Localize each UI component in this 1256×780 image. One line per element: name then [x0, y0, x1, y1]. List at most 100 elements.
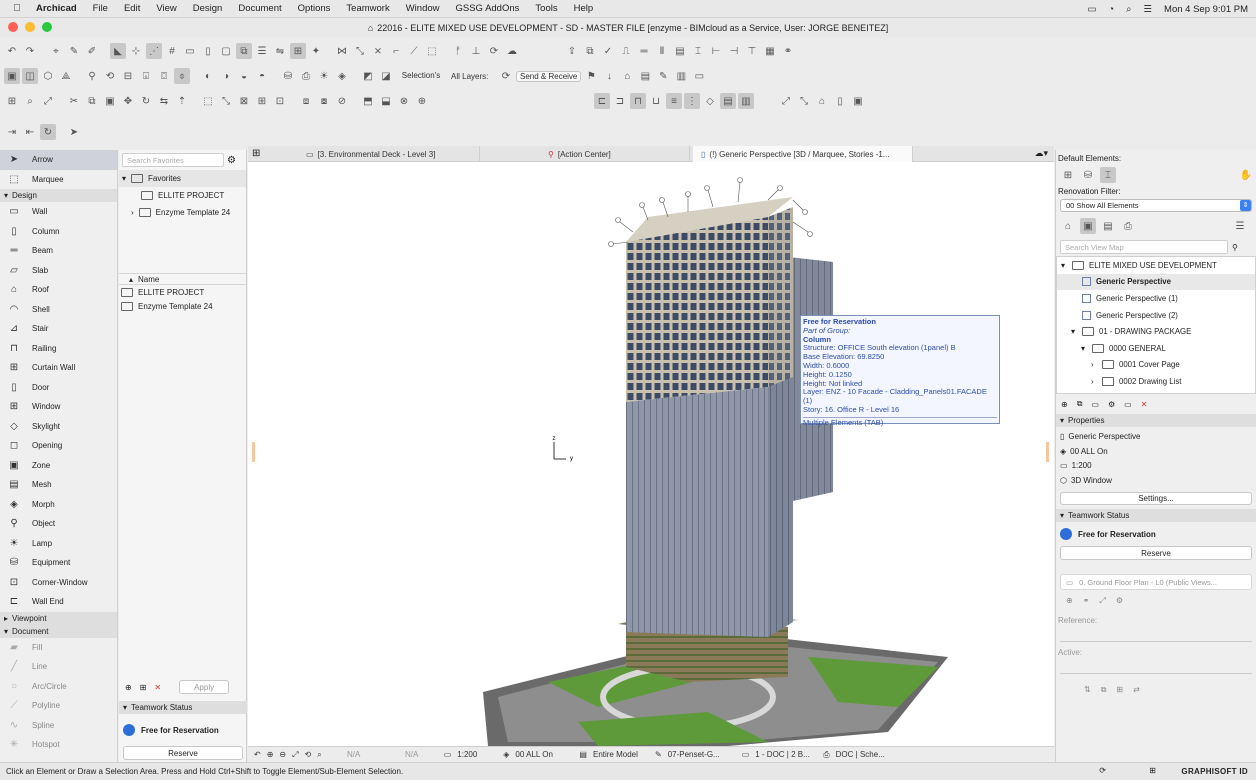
tool-polyline[interactable]: ⟋ Polyline — [0, 696, 117, 716]
undo-view-icon[interactable]: ↶ — [254, 750, 261, 759]
teamwork-status-header[interactable]: ▾ Teamwork Status — [1056, 509, 1256, 522]
elevation-icon[interactable]: ⌻ — [138, 68, 154, 84]
apple-icon[interactable]:  — [6, 3, 28, 14]
layout-icon[interactable]: ▣ — [850, 93, 866, 109]
user-icon[interactable]: ⚲ — [1232, 243, 1238, 252]
chevron-right-icon[interactable]: › — [1091, 377, 1097, 386]
fit-icon[interactable]: ⤢ — [40, 93, 56, 109]
orbit-view-icon[interactable]: ⟲ — [305, 750, 312, 759]
grid-layout-icon[interactable]: ⊞ — [4, 93, 20, 109]
hidden-line-icon[interactable]: ◓ — [254, 68, 270, 84]
zoom-out-icon[interactable]: ⊖ — [279, 750, 286, 759]
section-design[interactable]: ▾ Design — [0, 189, 117, 202]
menu-app[interactable]: Archicad — [28, 3, 85, 14]
trace-icon[interactable]: ⇅ — [1084, 685, 1091, 695]
markup-icon[interactable]: ✓ — [600, 43, 616, 59]
menu-document[interactable]: Document — [230, 3, 289, 14]
tab-overview-icon[interactable]: ⊞ — [252, 148, 260, 159]
multiply-icon[interactable]: ⊡ — [272, 93, 288, 109]
model-compare-icon[interactable]: ⧉ — [582, 43, 598, 59]
na-field[interactable]: N/A — [386, 750, 438, 759]
menu-gssg-addons[interactable]: GSSG AddOns — [448, 3, 528, 14]
default-grid-icon[interactable]: ⊞ — [1060, 167, 1076, 183]
lock-element-icon[interactable]: ⊗ — [396, 93, 412, 109]
view-map-item[interactable]: ▾ 0000 GENERAL — [1057, 340, 1255, 357]
send-back-icon[interactable]: ⬓ — [378, 93, 394, 109]
new-favorite-icon[interactable]: ⊕ — [125, 683, 132, 692]
swap-icon[interactable]: ⇄ — [1133, 685, 1140, 695]
trace-icon[interactable]: ⧉ — [236, 43, 252, 59]
favorites-search-input[interactable]: Search Favorites — [122, 153, 224, 167]
explode-icon[interactable]: ⬚ — [424, 43, 440, 59]
tool-mesh[interactable]: ▤ Mesh — [0, 475, 117, 495]
settings-button[interactable]: Settings... — [1060, 492, 1252, 505]
renovation-icon[interactable]: ◪ — [378, 68, 394, 84]
reserve-button[interactable]: Reserve — [1060, 546, 1252, 560]
zoom-icon[interactable]: ⌕ — [22, 93, 38, 109]
battery-icon[interactable]: ▭ — [1087, 4, 1096, 15]
shading-icon[interactable]: ◐ — [200, 68, 216, 84]
connect-icon[interactable]: ⊤ — [744, 43, 760, 59]
redo-icon[interactable]: ↷ — [22, 43, 38, 59]
view-map-item[interactable]: Generic Perspective (2) — [1057, 307, 1255, 324]
magic-wand-icon[interactable]: ✦ — [308, 43, 324, 59]
mirror-icon[interactable]: ⇋ — [272, 43, 288, 59]
delete-view-icon[interactable]: ✕ — [1141, 400, 1148, 409]
stretch-icon[interactable]: ⬚ — [200, 93, 216, 109]
graphic-override-icon[interactable]: ◩ — [360, 68, 376, 84]
align-left-icon[interactable]: ⊏ — [594, 93, 610, 109]
chevron-down-icon[interactable]: ▾ — [1071, 327, 1077, 336]
settings-layout-icon[interactable]: ⚙ — [1116, 596, 1123, 606]
scale-value[interactable]: 1:200 — [457, 750, 497, 759]
adjust-icon[interactable]: ⤡ — [352, 43, 368, 59]
default-column-icon[interactable]: ⌶ — [1100, 167, 1116, 183]
link-layout-icon[interactable]: ⚭ — [1083, 596, 1090, 606]
pen-set-value[interactable]: 07-Penset-G... — [668, 750, 736, 759]
menu-teamwork[interactable]: Teamwork — [338, 3, 397, 14]
paste-icon[interactable]: ▣ — [102, 93, 118, 109]
menu-tools[interactable]: Tools — [527, 3, 565, 14]
walk-icon[interactable]: ⚲ — [84, 68, 100, 84]
fillet-icon[interactable]: ⌐ — [388, 43, 404, 59]
view-map-icon[interactable]: ▣ — [1080, 218, 1096, 234]
align-center-icon[interactable]: ⊓ — [630, 93, 646, 109]
layer-combo-value[interactable]: 00 ALL On — [515, 750, 573, 759]
properties-header[interactable]: ▾ Properties — [1056, 414, 1256, 427]
undo-icon[interactable]: ↶ — [4, 43, 20, 59]
book-icon[interactable]: ▤ — [637, 68, 653, 84]
view-map-search-input[interactable]: Search View Map — [1060, 240, 1228, 254]
delete-icon[interactable]: ✕ — [154, 683, 161, 692]
favorites-list-item[interactable]: ELLITE PROJECT — [119, 285, 246, 299]
hand-icon[interactable]: ✋ — [1238, 167, 1254, 183]
tool-arrow[interactable]: ➤ Arrow — [0, 150, 117, 170]
view-map-item[interactable]: Generic Perspective — [1057, 273, 1255, 291]
model-view-value[interactable]: Entire Model — [593, 750, 649, 759]
hide-icon[interactable]: ◑ — [218, 68, 234, 84]
ruler-icon[interactable]: ▭ — [182, 43, 198, 59]
view-toggle-icon[interactable]: ▥ — [738, 93, 754, 109]
section-plane-icon[interactable]: ⊟ — [120, 68, 136, 84]
cursor-icon[interactable]: ➤ — [66, 124, 82, 140]
grid-status-icon[interactable]: ⊞ — [1149, 766, 1156, 775]
floor-plan-icon[interactable]: ▣ — [4, 68, 20, 84]
tool-spline[interactable]: ∿ Spline — [0, 716, 117, 736]
orbit-icon[interactable]: ⟲ — [102, 68, 118, 84]
explore-icon[interactable]: ⌽ — [174, 68, 190, 84]
tool-slab[interactable]: ▱ Slab — [0, 261, 117, 281]
find-icon[interactable]: ⌕ — [317, 750, 321, 760]
snap-points-icon[interactable]: ⋰ — [146, 43, 162, 59]
render-icon[interactable]: ◈ — [334, 68, 350, 84]
teamwork-sync-icon[interactable]: ⟳ — [486, 43, 502, 59]
group-icon[interactable]: ⧈ — [298, 93, 314, 109]
tool-door[interactable]: ▯ Door — [0, 378, 117, 398]
merge-icon[interactable]: ⊞ — [254, 93, 270, 109]
tool-marquee[interactable]: ⬚ Marquee — [0, 170, 117, 190]
tool-morph[interactable]: ◈ Morph — [0, 495, 117, 515]
tool-opening[interactable]: ◻ Opening — [0, 436, 117, 456]
pick-up-icon[interactable]: ⌖ — [48, 43, 64, 59]
tool-wall-end[interactable]: ⊏ Wall End — [0, 592, 117, 612]
tool-railing[interactable]: ⊓ Railing — [0, 339, 117, 359]
expand-icon[interactable]: ⤢ — [778, 93, 794, 109]
cut-icon[interactable]: ✂ — [66, 93, 82, 109]
tool-hotspot[interactable]: ✳ Hotspot — [0, 735, 117, 755]
